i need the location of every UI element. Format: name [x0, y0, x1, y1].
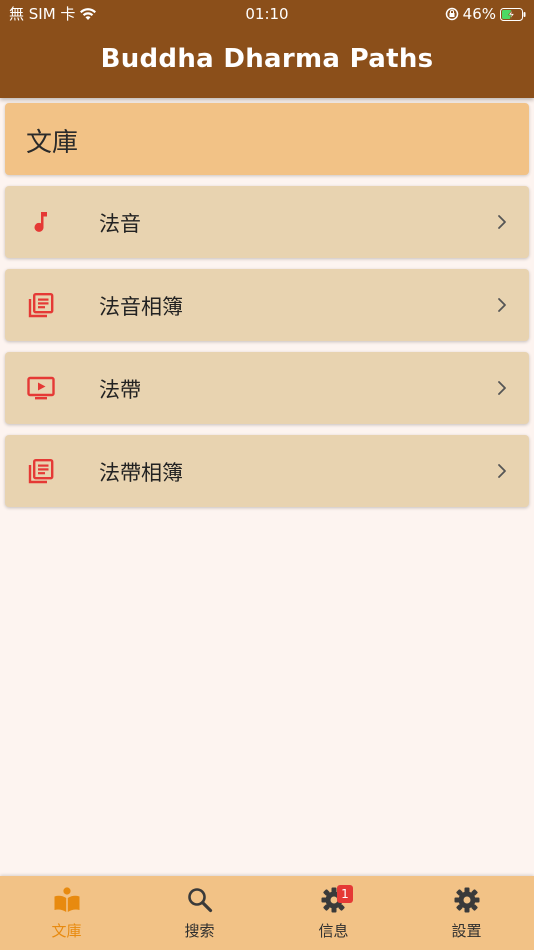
- tab-settings[interactable]: 設置: [400, 876, 533, 950]
- tab-library[interactable]: 文庫: [0, 876, 133, 950]
- section-title: 文庫: [26, 128, 79, 158]
- tab-label: 搜索: [184, 922, 215, 940]
- chevron-right-icon: [498, 381, 506, 395]
- app-bar: 無 SIM 卡 01:10 46% Buddha Dharma Paths: [0, 0, 534, 98]
- bottom-navigation: 文庫 搜索 1 信息 設置: [0, 876, 534, 950]
- notification-badge: 1: [337, 885, 353, 903]
- library-item-label: 法音: [99, 212, 141, 236]
- library-item-label: 法帶相簿: [99, 461, 183, 485]
- chevron-right-icon: [498, 215, 506, 229]
- music-note-icon: [34, 212, 47, 232]
- status-right: 46%: [445, 0, 526, 28]
- orientation-lock-icon: [445, 7, 458, 21]
- library-item-dharma-video[interactable]: 法帶: [5, 352, 529, 424]
- tab-messages[interactable]: 1 信息: [267, 876, 400, 950]
- tab-label: 設置: [451, 922, 482, 940]
- status-bar: 無 SIM 卡 01:10 46%: [0, 0, 534, 28]
- open-book-person-icon: [54, 887, 80, 912]
- app-title: Buddha Dharma Paths: [100, 44, 434, 74]
- tab-label: 信息: [318, 922, 349, 940]
- tab-label: 文庫: [51, 922, 82, 940]
- library-item-dharma-audio-album[interactable]: 法音相簿: [5, 269, 529, 341]
- library-books-icon: [28, 293, 54, 318]
- library-item-dharma-video-album[interactable]: 法帶相簿: [5, 435, 529, 507]
- search-icon: [188, 888, 213, 913]
- video-screen-icon: [27, 376, 55, 400]
- battery-percent: 46%: [462, 5, 496, 23]
- library-section-header: 文庫: [5, 103, 529, 175]
- tab-search[interactable]: 搜索: [133, 876, 266, 950]
- gear-icon: [454, 887, 480, 913]
- library-books-icon: [28, 459, 54, 484]
- battery-charging-icon: [500, 7, 526, 21]
- library-item-dharma-audio[interactable]: 法音: [5, 186, 529, 258]
- library-item-label: 法帶: [99, 378, 141, 402]
- library-item-label: 法音相簿: [99, 295, 183, 319]
- chevron-right-icon: [498, 464, 506, 478]
- chevron-right-icon: [498, 298, 506, 312]
